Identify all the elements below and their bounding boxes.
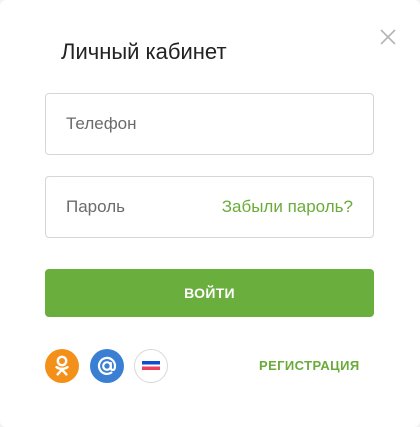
modal-title: Личный кабинет	[61, 39, 227, 64]
close-icon	[380, 29, 396, 45]
phone-input[interactable]	[66, 94, 226, 154]
gosuslugi-login-button[interactable]	[134, 349, 168, 383]
login-button[interactable]: ВОЙТИ	[45, 269, 374, 317]
gosuslugi-icon	[140, 358, 162, 374]
password-field[interactable]: Забыли пароль?	[45, 176, 374, 238]
phone-field[interactable]	[45, 93, 374, 155]
password-input[interactable]	[66, 177, 226, 237]
mail-ru-login-button[interactable]	[90, 349, 124, 383]
odnoklassniki-login-button[interactable]	[45, 349, 79, 383]
close-button[interactable]	[378, 27, 398, 47]
forgot-password-link[interactable]: Забыли пароль?	[222, 177, 353, 237]
odnoklassniki-icon	[55, 355, 69, 376]
mail-ru-icon	[97, 356, 117, 376]
register-link[interactable]: РЕГИСТРАЦИЯ	[259, 358, 360, 374]
login-modal: Личный кабинет Забыли пароль? ВОЙТИ РЕГИ…	[0, 0, 420, 427]
